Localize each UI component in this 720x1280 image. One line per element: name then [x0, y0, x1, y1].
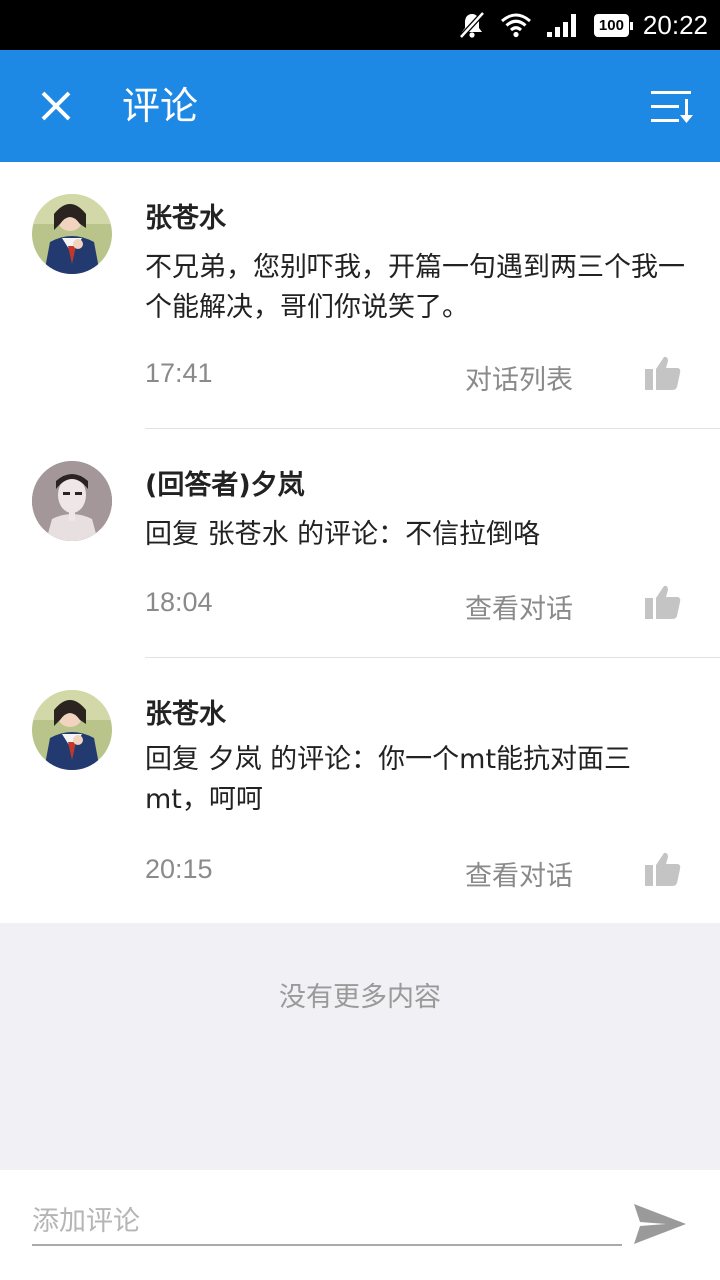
view-conversation-link[interactable]: 查看对话 [465, 854, 573, 893]
thumbs-up-icon [645, 585, 681, 619]
page-title: 评论 [122, 84, 199, 128]
avatar[interactable] [32, 690, 112, 770]
comment-item: (回答者)夕岚 回复 张苍水 的评论：不信拉倒咯 18:04 查看对话 [0, 429, 720, 658]
notifications-off-icon [458, 11, 486, 39]
comment-text: 不兄弟，您别吓我，开篇一句遇到两三个我一个能解决，哥们你说笑了。 [145, 252, 685, 323]
list-end: 没有更多内容 [0, 923, 720, 1170]
close-icon [41, 91, 71, 121]
status-bar: 100 20:22 [0, 0, 720, 50]
comment-input[interactable]: 添加评论 [32, 1200, 622, 1246]
sort-icon [651, 91, 693, 123]
like-button[interactable] [644, 355, 684, 395]
send-button[interactable] [632, 1202, 692, 1250]
battery-icon: 100 [593, 13, 633, 37]
conversation-list-link[interactable]: 对话列表 [465, 358, 573, 397]
no-more-content-text: 没有更多内容 [279, 982, 441, 1013]
like-button[interactable] [644, 584, 684, 624]
close-button[interactable] [30, 80, 82, 132]
thumbs-up-icon [645, 356, 681, 390]
comment-author[interactable]: 张苍水 [145, 692, 226, 731]
comment-text: 回复 夕岚 的评论：你一个mt能抗对面三mt，呵呵 [145, 744, 632, 815]
comment-author[interactable]: 张苍水 [145, 196, 226, 235]
app-bar: 评论 [0, 50, 720, 162]
comment-time: 18:04 [145, 587, 213, 617]
send-icon [634, 1204, 686, 1244]
comment-input-bar: 添加评论 [0, 1170, 720, 1280]
view-conversation-link[interactable]: 查看对话 [465, 587, 573, 626]
avatar[interactable] [32, 194, 112, 274]
like-button[interactable] [644, 851, 684, 891]
signal-icon [546, 12, 580, 38]
comment-item: 张苍水 不兄弟，您别吓我，开篇一句遇到两三个我一个能解决，哥们你说笑了。 17:… [0, 162, 720, 429]
thumbs-up-icon [645, 852, 681, 886]
sort-button[interactable] [648, 82, 698, 132]
status-time: 20:22 [642, 9, 708, 40]
wifi-icon [500, 12, 532, 38]
comment-time: 20:15 [145, 854, 213, 884]
comment-text: 回复 张苍水 的评论：不信拉倒咯 [145, 519, 541, 550]
comment-time: 17:41 [145, 358, 213, 388]
comment-author[interactable]: (回答者)夕岚 [145, 463, 305, 502]
comment-list: 张苍水 不兄弟，您别吓我，开篇一句遇到两三个我一个能解决，哥们你说笑了。 17:… [0, 162, 720, 925]
comment-item: 张苍水 回复 夕岚 的评论：你一个mt能抗对面三mt，呵呵 20:15 查看对话 [0, 658, 720, 925]
avatar[interactable] [32, 461, 112, 541]
